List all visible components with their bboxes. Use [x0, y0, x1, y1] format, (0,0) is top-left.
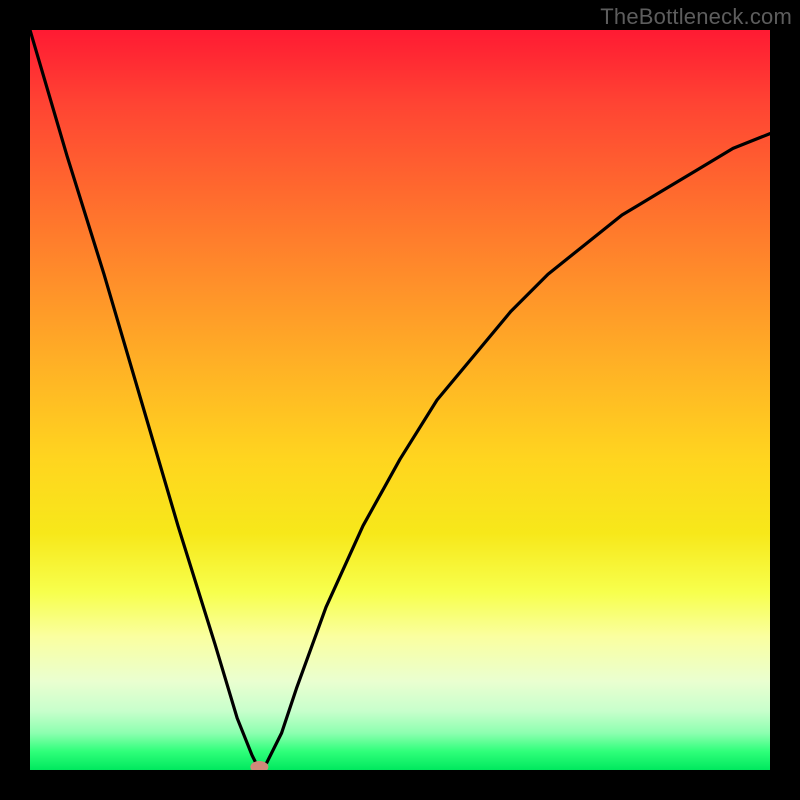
plot-area: [30, 30, 770, 770]
chart-frame: TheBottleneck.com: [0, 0, 800, 800]
bottleneck-curve: [30, 30, 770, 770]
watermark-text: TheBottleneck.com: [600, 4, 792, 30]
